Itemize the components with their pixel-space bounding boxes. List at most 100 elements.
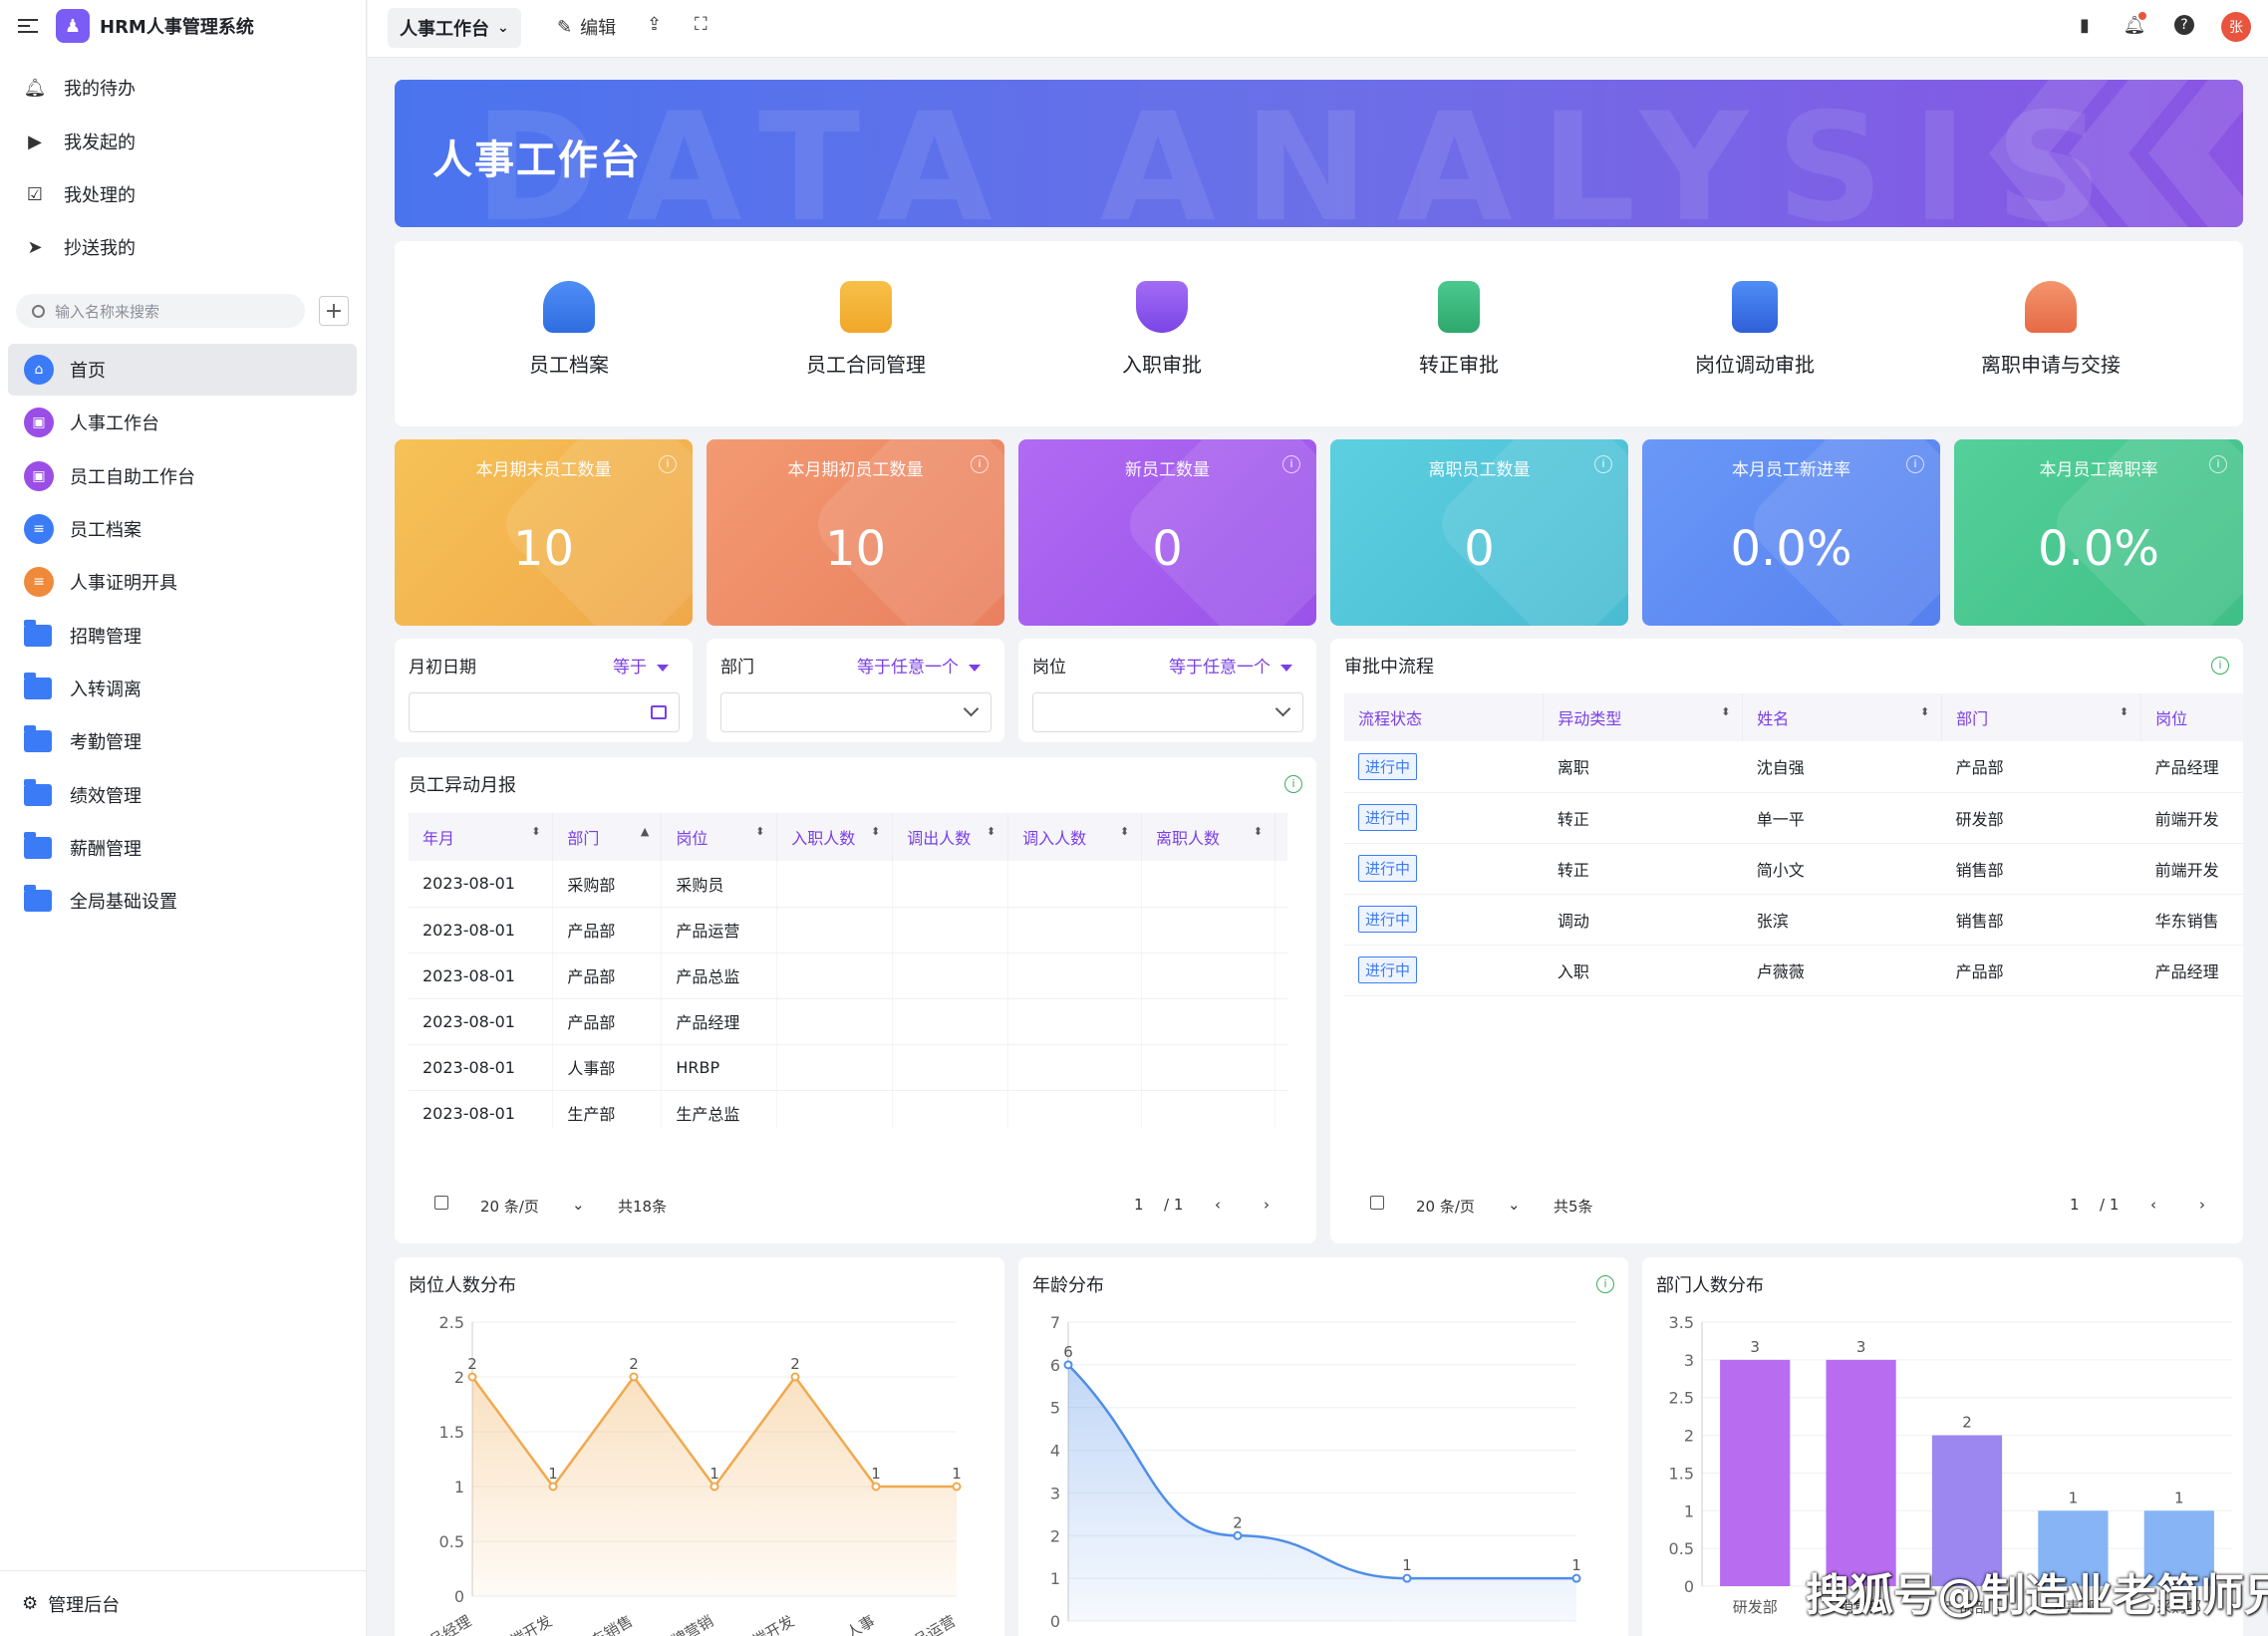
share-button[interactable]: ⇪ (647, 14, 662, 35)
nav-item-performance[interactable]: 绩效管理 (8, 769, 357, 821)
edit-button[interactable]: ✎ 编辑 (557, 14, 616, 40)
menu-icon[interactable] (18, 19, 38, 33)
x-tick-label: 研发部 (1733, 1598, 1778, 1616)
nav-item-certificates[interactable]: ≡ 人事证明开具 (8, 556, 357, 608)
prev-page-icon[interactable]: ‹ (1215, 1196, 1221, 1214)
next-page-icon[interactable]: › (1264, 1196, 1270, 1214)
page-number[interactable]: 1 (1134, 1196, 1144, 1214)
table-row[interactable]: 2023-08-01 采购部 采购员 (409, 861, 1287, 908)
data-label: 2 (629, 1355, 639, 1373)
info-icon[interactable]: i (2209, 455, 2227, 473)
table-row[interactable]: 进行中 调动 张滨 销售部 华东销售 (1344, 894, 2243, 946)
column-header[interactable]: 调入人数 ⬍ (1007, 813, 1143, 861)
monthly-pagination: 20 条/页 ⌄ 共18条 1 / 1 ‹ › (395, 1186, 1316, 1226)
nav-item-settings[interactable]: 全局基础设置 (8, 875, 357, 927)
chevron-down-icon[interactable]: ⌄ (572, 1196, 585, 1214)
cell: 沈自强 (1742, 741, 1942, 793)
column-header[interactable]: 岗位 (2140, 693, 2243, 741)
info-icon[interactable]: i (2211, 657, 2229, 675)
page-size-select[interactable]: 20 条/页 (1416, 1196, 1475, 1217)
date-input[interactable] (409, 692, 680, 732)
column-header[interactable]: 入职人数 ⬍ (776, 813, 894, 861)
page-number[interactable]: 1 (2070, 1196, 2080, 1214)
page-total: / 1 (1164, 1196, 1184, 1214)
quick-link-contracts[interactable]: 员工合同管理 (786, 281, 946, 378)
info-icon[interactable]: i (659, 455, 677, 473)
quick-link-regularization[interactable]: 转正审批 (1379, 281, 1539, 378)
table-row[interactable]: 2023-08-01 产品部 产品经理 (409, 998, 1287, 1045)
table-row[interactable]: 进行中 转正 简小文 销售部 前端开发 (1344, 843, 2243, 895)
page-size-select[interactable]: 20 条/页 (480, 1196, 539, 1217)
info-icon[interactable]: i (1906, 455, 1924, 473)
quick-link-label: 入职审批 (1122, 353, 1202, 377)
columns-icon[interactable] (434, 1196, 448, 1210)
filter-operator[interactable]: 等于任意一个 (857, 653, 981, 678)
y-tick-label: 0.5 (1669, 1539, 1694, 1558)
book-button[interactable]: ▮ (2074, 14, 2096, 36)
pencil-icon: ✎ (557, 16, 573, 38)
column-header[interactable]: 流程状态 (1344, 693, 1545, 741)
nav-item-transfers[interactable]: 入转调离 (8, 663, 357, 714)
quick-link-onboarding[interactable]: 入职审批 (1082, 281, 1242, 378)
table-row[interactable]: 2023-08-01 产品部 产品总监 (409, 953, 1287, 999)
column-header[interactable]: 岗位 ⬍ (661, 813, 778, 861)
filter-operator[interactable]: 等于 (613, 653, 669, 678)
table-row[interactable]: 2023-08-01 人事部 HRBP (409, 1044, 1287, 1091)
quick-link-resignation[interactable]: 离职申请与交接 (1971, 281, 2130, 378)
nav-item-self-service[interactable]: ▣ 员工自助工作台 (8, 450, 357, 502)
quick-item-todo[interactable]: 🔔︎ 我的待办 (24, 70, 136, 106)
kpi-label: 本月员工新进率 (1732, 460, 1850, 480)
quick-item-started[interactable]: ▶︎ 我发起的 (24, 124, 136, 159)
add-button[interactable]: + (319, 296, 349, 326)
column-header[interactable]: 部门 ⬍ (1941, 693, 2142, 741)
chevron-down-icon[interactable]: ⌄ (1508, 1196, 1521, 1214)
table-row[interactable]: 进行中 离职 沈自强 产品部 产品经理 (1344, 741, 2243, 793)
sort-icon: ⬍ (870, 825, 881, 838)
table-row[interactable]: 2023-08-01 生产部 生产总监 (409, 1090, 1287, 1128)
department-select[interactable] (720, 692, 992, 732)
data-label: 2 (1233, 1513, 1243, 1531)
help-button[interactable]: ? (2173, 14, 2195, 36)
notification-button[interactable]: 🔔︎ (2124, 12, 2146, 36)
column-header[interactable]: 异动类型 ⬍ (1543, 693, 1744, 741)
info-icon[interactable]: i (1594, 455, 1612, 473)
avatar[interactable]: 张 (2221, 12, 2251, 42)
position-select[interactable] (1032, 692, 1303, 732)
column-header[interactable]: 年月 ⬍ (409, 813, 554, 861)
admin-link[interactable]: ⚙︎ 管理后台 (0, 1570, 367, 1636)
nav-item-recruitment[interactable]: 招聘管理 (8, 610, 357, 662)
column-header[interactable]: 部门 ▲ (552, 813, 663, 861)
workspace-selector[interactable]: 人事工作台 ⌄ (388, 8, 521, 48)
columns-icon[interactable] (1370, 1196, 1384, 1210)
nav-item-home[interactable]: ⌂ 首页 (8, 344, 357, 396)
fullscreen-button[interactable]: ⛶ (695, 14, 708, 35)
info-icon[interactable]: i (1282, 455, 1300, 473)
nav-item-hr-workbench[interactable]: ▣ 人事工作台 (8, 397, 357, 448)
quick-link-transfer[interactable]: 岗位调动审批 (1675, 281, 1835, 378)
cell: 卢薇薇 (1742, 945, 1942, 996)
column-header[interactable]: 姓名 ⬍ (1742, 693, 1943, 741)
filter-operator[interactable]: 等于任意一个 (1169, 653, 1292, 678)
sidebar-search-input[interactable]: 输入名称来搜索 (16, 294, 305, 328)
nav-item-employee-files[interactable]: ≡ 员工档案 (8, 503, 357, 555)
table-row[interactable]: 2023-08-01 产品部 产品运营 (409, 907, 1287, 954)
column-header[interactable]: 离职人数 ⬍ (1141, 813, 1276, 861)
nav-item-attendance[interactable]: 考勤管理 (8, 715, 357, 767)
next-page-icon[interactable]: › (2199, 1196, 2205, 1214)
info-icon[interactable]: i (1284, 775, 1302, 793)
info-icon[interactable]: i (971, 455, 989, 473)
cell: 前端开发 (2140, 843, 2243, 895)
prev-page-icon[interactable]: ‹ (2150, 1196, 2156, 1214)
sort-icon: ⬍ (2119, 705, 2129, 718)
quick-item-handled[interactable]: ☑︎ 我处理的 (24, 176, 136, 212)
quick-item-label: 我处理的 (64, 185, 136, 206)
table-row[interactable]: 进行中 入职 卢薇薇 产品部 产品经理 (1344, 945, 2243, 996)
x-tick-label: 品牌营销 (656, 1612, 716, 1636)
nav-item-payroll[interactable]: 薪酬管理 (8, 822, 357, 874)
column-header[interactable]: 调出人数 ⬍ (892, 813, 1009, 861)
quick-link-employee-files[interactable]: 员工档案 (489, 281, 649, 378)
quick-links-panel: 员工档案 员工合同管理 入职审批 转正审批 岗位调动审批 离职申请与交接 (395, 241, 2243, 426)
home-icon: ⌂ (24, 355, 54, 385)
quick-item-cc[interactable]: ➤ 抄送我的 (24, 229, 136, 265)
table-row[interactable]: 进行中 转正 单一平 研发部 前端开发 (1344, 792, 2243, 844)
